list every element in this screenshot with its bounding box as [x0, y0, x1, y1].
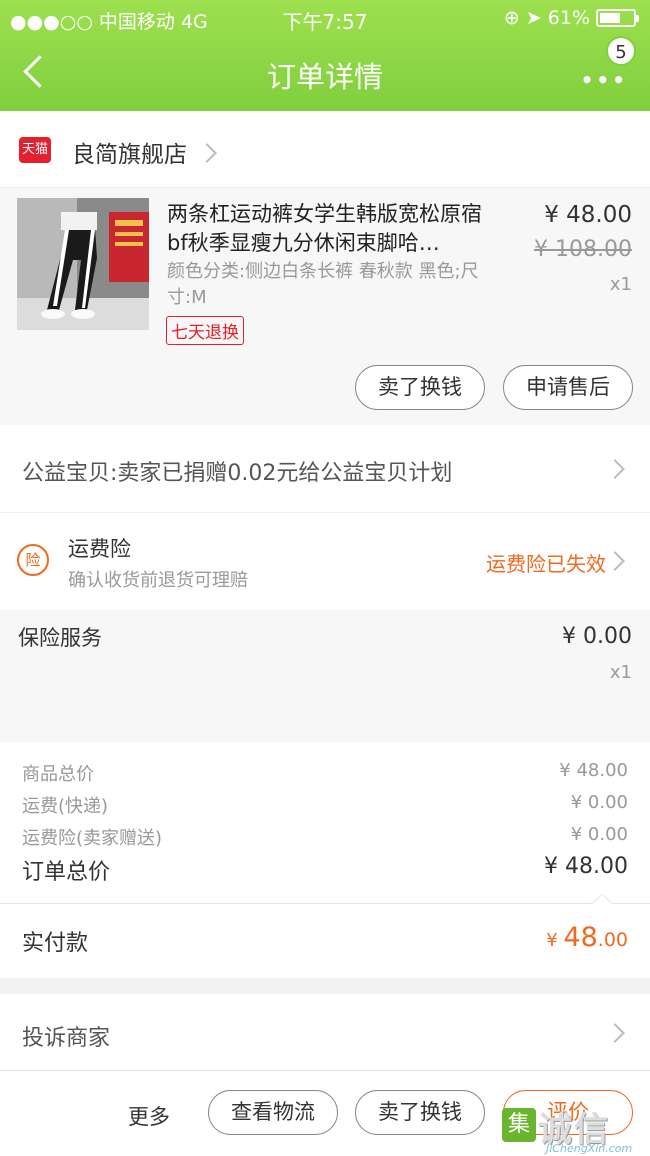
- actual-payment-row: 实付款 ¥ 48.00: [0, 904, 650, 978]
- payment-amount-decimal: .00: [597, 929, 628, 951]
- watermark: 集 诚信 JiChengXin.com: [502, 1102, 648, 1156]
- divider-notch: [590, 894, 614, 905]
- page-title: 订单详情: [266, 60, 383, 94]
- notification-badge: 5: [606, 36, 636, 66]
- insurance-subtitle: 确认收货前退货可理赔: [68, 570, 248, 591]
- sell-for-cash-button[interactable]: 卖了换钱: [355, 1090, 485, 1135]
- battery-fill: [600, 13, 620, 23]
- tmall-logo-icon: 天猫: [19, 137, 51, 163]
- goods-title: 两条杠运动裤女学生韩版宽松原宿bf秋季显瘦九分休闲束脚哈…: [167, 202, 482, 255]
- goods-sku: 颜色分类:侧边白条长裤 春秋款 黑色;尺寸:M: [167, 261, 479, 308]
- price-summary: 商品总价 ¥ 48.00 运费(快递) ¥ 0.00 运费险(卖家赠送) ¥ 0…: [0, 742, 650, 905]
- charity-row[interactable]: 公益宝贝:卖家已捐赠0.02元给公益宝贝计划: [0, 425, 650, 513]
- summary-value: ¥ 0.00: [570, 792, 628, 813]
- summary-value: ¥ 48.00: [559, 760, 628, 781]
- service-quantity: x1: [609, 662, 632, 683]
- chevron-right-icon: [197, 143, 217, 163]
- view-logistics-button[interactable]: 查看物流: [208, 1090, 338, 1135]
- more-actions-button[interactable]: 更多: [128, 1101, 170, 1131]
- apply-after-sales-button[interactable]: 申请售后: [503, 365, 633, 410]
- status-bar: ●●●○○ 中国移动 4G 下午7:57 ⊕ ➤ 61%: [0, 0, 650, 36]
- charity-text: 公益宝贝:卖家已捐赠0.02元给公益宝贝计划: [22, 461, 453, 486]
- order-total-label: 订单总价: [22, 860, 111, 885]
- battery-icon: [596, 9, 639, 27]
- chevron-right-icon: [605, 459, 625, 479]
- order-total-row: 订单总价 ¥ 48.00: [22, 854, 628, 886]
- summary-label: 运费险(卖家赠送): [22, 828, 163, 849]
- summary-row: 运费险(卖家赠送) ¥ 0.00: [22, 824, 628, 850]
- location-arrow-icon: ➤: [525, 7, 542, 29]
- rotation-lock-icon: ⊕: [503, 7, 520, 29]
- shop-row[interactable]: 天猫 良简旗舰店: [0, 111, 650, 188]
- insurance-service-item: 保险服务 ¥ 0.00 x1: [0, 610, 650, 742]
- service-name: 保险服务: [18, 626, 102, 650]
- watermark-url: JiChengXin.com: [546, 1142, 633, 1155]
- complain-seller-row[interactable]: 投诉商家: [0, 994, 650, 1070]
- shop-name: 良简旗舰店: [72, 142, 187, 168]
- chevron-right-icon: [605, 551, 625, 571]
- goods-item[interactable]: 两条杠运动裤女学生韩版宽松原宿bf秋季显瘦九分休闲束脚哈… 颜色分类:侧边白条长…: [0, 188, 650, 425]
- goods-original-price: ¥ 108.00: [534, 237, 632, 262]
- status-right: ⊕ ➤ 61%: [503, 7, 639, 29]
- goods-price: ¥ 48.00: [544, 202, 632, 228]
- actual-payment-label: 实付款: [22, 931, 89, 956]
- complain-seller-label: 投诉商家: [22, 1026, 111, 1051]
- summary-row: 运费(快递) ¥ 0.00: [22, 792, 628, 818]
- order-total-value: ¥ 48.00: [544, 854, 628, 879]
- summary-value: ¥ 0.00: [570, 824, 628, 845]
- battery-percent: 61%: [547, 7, 590, 29]
- shipping-insurance-row[interactable]: 险 运费险 确认收货前退货可理赔 运费险已失效: [0, 513, 650, 610]
- summary-row: 商品总价 ¥ 48.00: [22, 760, 628, 786]
- insurance-status: 运费险已失效: [486, 552, 606, 576]
- watermark-logo-icon: 集: [502, 1108, 536, 1142]
- insurance-icon: 险: [17, 544, 49, 576]
- header-bar: ●●●○○ 中国移动 4G 下午7:57 ⊕ ➤ 61% 订单详情 ••• 5: [0, 0, 650, 111]
- summary-label: 商品总价: [22, 764, 94, 785]
- chevron-right-icon: [605, 1023, 625, 1043]
- seven-day-return-badge: 七天退换: [166, 316, 244, 345]
- payment-amount-integer: 48: [563, 922, 598, 953]
- sell-for-cash-button[interactable]: 卖了换钱: [355, 365, 485, 410]
- summary-label: 运费(快递): [22, 796, 109, 817]
- insurance-title: 运费险: [68, 537, 131, 561]
- goods-quantity: x1: [609, 274, 632, 295]
- payment-currency: ¥: [546, 930, 564, 951]
- service-price: ¥ 0.00: [562, 624, 632, 649]
- more-menu-icon[interactable]: •••: [581, 68, 628, 92]
- product-image[interactable]: [17, 198, 149, 330]
- actual-payment-amount: ¥ 48.00: [546, 922, 628, 953]
